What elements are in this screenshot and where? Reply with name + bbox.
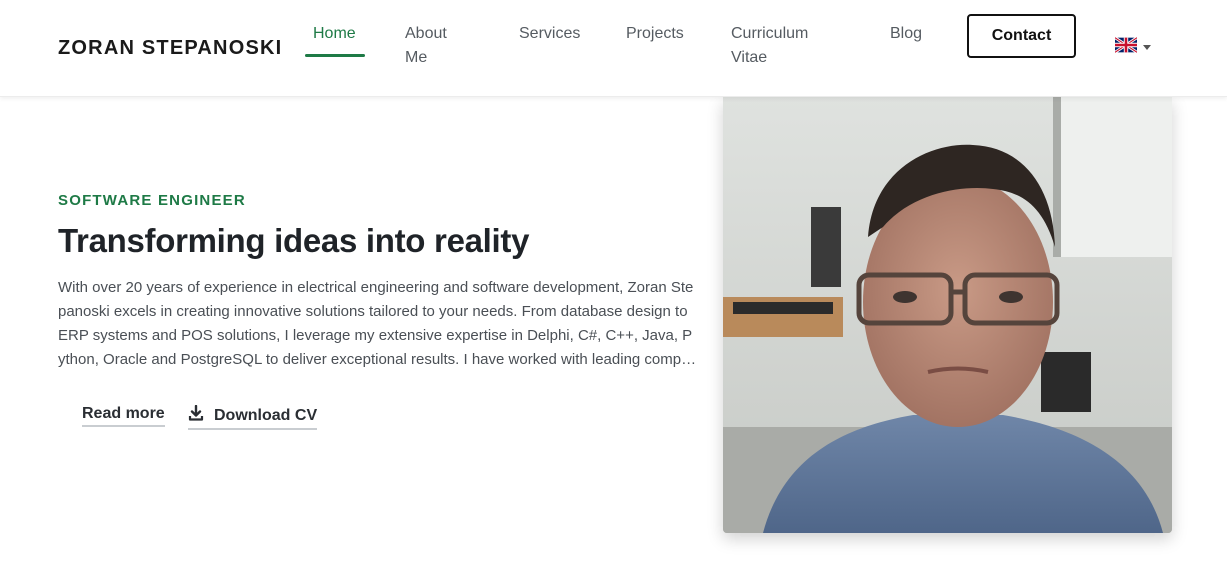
nav-active-indicator xyxy=(305,54,365,57)
download-cv-label: Download CV xyxy=(214,406,318,424)
nav-curriculum-vitae[interactable]: Curriculum Vitae xyxy=(731,22,808,70)
nav-services[interactable]: Services xyxy=(519,22,580,46)
download-icon xyxy=(188,404,204,426)
nav-blog[interactable]: Blog xyxy=(890,22,922,46)
hero-eyebrow: SOFTWARE ENGINEER xyxy=(58,192,246,209)
brand-logo[interactable]: ZORAN STEPANOSKI xyxy=(58,37,282,60)
download-cv-button[interactable]: Download CV xyxy=(188,404,318,430)
hero-headline: Transforming ideas into reality xyxy=(58,222,530,259)
site-header: ZORAN STEPANOSKI Home About Me Services … xyxy=(0,0,1227,97)
hero-intro: With over 20 years of experience in elec… xyxy=(58,279,698,368)
nav-home[interactable]: Home xyxy=(313,22,356,46)
profile-photo xyxy=(723,97,1172,533)
nav-projects[interactable]: Projects xyxy=(626,22,684,46)
uk-flag-icon xyxy=(1114,36,1138,58)
nav-about-me[interactable]: About Me xyxy=(405,22,447,70)
language-selector[interactable] xyxy=(1114,36,1151,58)
read-more-button[interactable]: Read more xyxy=(82,405,165,427)
contact-button[interactable]: Contact xyxy=(967,14,1076,58)
chevron-down-icon xyxy=(1143,45,1151,50)
read-more-label: Read more xyxy=(82,405,165,422)
